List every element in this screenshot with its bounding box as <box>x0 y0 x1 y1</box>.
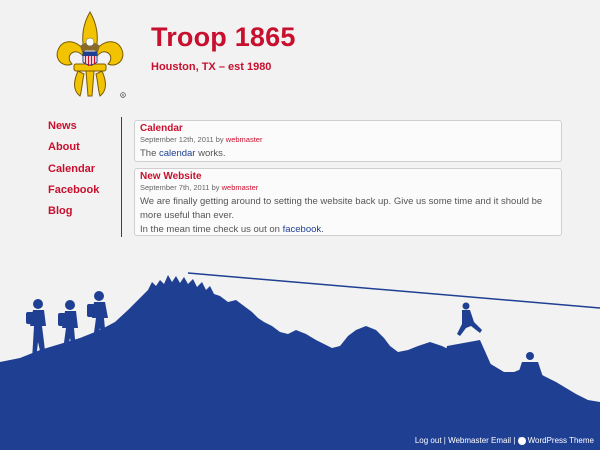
post-calendar: Calendar September 12th, 2011 by webmast… <box>134 120 562 162</box>
hiking-silhouette-illustration <box>0 272 600 450</box>
nav-item-news[interactable]: News <box>48 120 99 141</box>
logout-link[interactable]: Log out <box>415 436 442 445</box>
post-date: September 12th, 2011 <box>140 135 214 144</box>
nav-item-facebook[interactable]: Facebook <box>48 184 99 205</box>
main-nav: News About Calendar Facebook Blog <box>48 120 99 226</box>
site-title[interactable]: Troop 1865 <box>151 22 296 53</box>
troop-logo-icon[interactable]: R <box>52 10 128 100</box>
wordpress-theme-link[interactable]: WordPress Theme <box>528 436 594 445</box>
footer: Log out | Webmaster Email | W WordPress T… <box>415 436 594 445</box>
site-tagline: Houston, TX – est 1980 <box>151 61 272 73</box>
post-body-paragraph: We are finally getting around to setting… <box>140 196 543 221</box>
post-author-link[interactable]: webmaster <box>226 135 263 144</box>
footer-separator: | <box>511 436 518 445</box>
post-author-link[interactable]: webmaster <box>222 183 259 192</box>
post-date: September 7th, 2011 <box>140 183 210 192</box>
nav-item-blog[interactable]: Blog <box>48 205 99 226</box>
post-new-website: New Website September 7th, 2011 by webma… <box>134 168 562 236</box>
nav-item-about[interactable]: About <box>48 141 99 162</box>
wordpress-icon: W <box>517 436 526 445</box>
post-by: by <box>211 183 220 192</box>
post-body-text: In the mean time check us out on <box>140 224 283 235</box>
post-title[interactable]: New Website <box>140 171 556 183</box>
post-title[interactable]: Calendar <box>140 123 556 135</box>
nav-divider <box>121 117 122 237</box>
nav-item-calendar[interactable]: Calendar <box>48 163 99 184</box>
facebook-link[interactable]: facebook <box>283 224 322 235</box>
post-body-text: The <box>140 148 160 159</box>
post-body: We are finally getting around to setting… <box>140 195 556 237</box>
post-meta: September 12th, 2011 by webmaster <box>140 135 556 145</box>
post-by: by <box>215 135 224 144</box>
post-body-text: . <box>321 224 324 235</box>
webmaster-email-link[interactable]: Webmaster Email <box>448 436 511 445</box>
post-meta: September 7th, 2011 by webmaster <box>140 183 556 193</box>
post-body-paragraph: In the mean time check us out on faceboo… <box>140 223 556 237</box>
post-body: The calendar works. <box>140 147 556 161</box>
calendar-link[interactable]: calendar <box>159 148 195 159</box>
post-body-text: works. <box>195 148 226 159</box>
